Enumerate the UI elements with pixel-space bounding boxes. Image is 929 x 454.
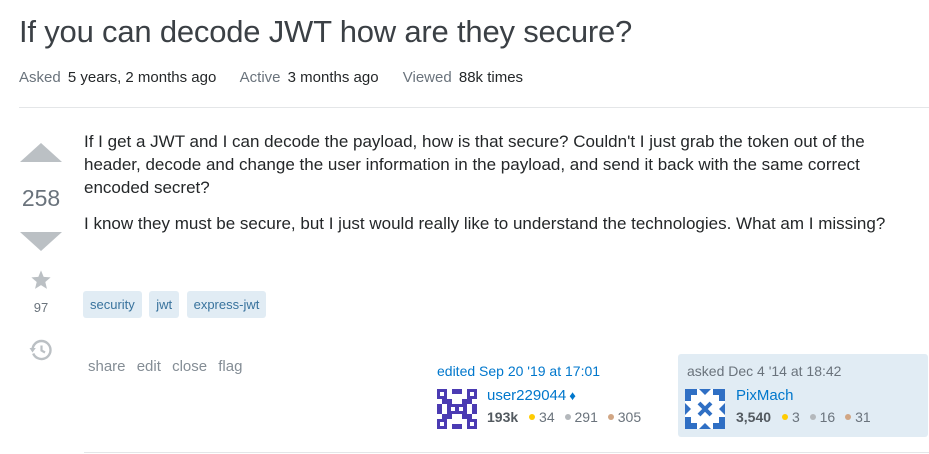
tag-express-jwt[interactable]: express-jwt xyxy=(186,291,267,318)
editor-reputation: 193k 34 291 305 xyxy=(487,409,647,425)
owner-reputation: 3,540 3 16 31 xyxy=(736,409,877,425)
asked-value: 5 years, 2 months ago xyxy=(67,69,217,86)
share-link[interactable]: share xyxy=(88,358,126,375)
comments-divider xyxy=(84,452,929,453)
bronze-badge-icon xyxy=(607,414,614,421)
tag-list: security jwt express-jwt xyxy=(83,291,269,318)
edit-link[interactable]: edit xyxy=(137,358,161,375)
favorite-count: 97 xyxy=(33,300,49,315)
question-meta: Asked 5 years, 2 months ago Active 3 mon… xyxy=(19,69,543,86)
gold-badges: 3 xyxy=(781,409,800,425)
active-label: Active xyxy=(239,69,281,86)
vote-count: 258 xyxy=(21,185,61,211)
silver-badge-icon xyxy=(564,414,571,421)
body-paragraph: If I get a JWT and I can decode the payl… xyxy=(84,132,865,197)
gold-badge-icon xyxy=(529,414,536,421)
bronze-badges: 305 xyxy=(607,409,641,425)
post-menu: share edit close flag xyxy=(88,358,249,375)
silver-badge-icon xyxy=(809,414,816,421)
flag-link[interactable]: flag xyxy=(218,358,242,375)
header-divider xyxy=(19,107,929,108)
tag-jwt[interactable]: jwt xyxy=(149,291,180,318)
close-link[interactable]: close xyxy=(172,358,207,375)
reputation-score: 193k xyxy=(487,409,519,425)
arrow-down-icon[interactable] xyxy=(20,232,62,251)
moderator-diamond-icon: ♦ xyxy=(569,388,576,403)
owner-name[interactable]: PixMach xyxy=(736,387,794,404)
asked-label: Asked xyxy=(19,69,61,86)
tag-security[interactable]: security xyxy=(83,291,142,318)
viewed-label: Viewed xyxy=(402,69,452,86)
owner-signature: asked Dec 4 '14 at 18:42 PixMach 3,540 3… xyxy=(678,354,928,437)
body-paragraph: I know they must be secure, but I just w… xyxy=(84,214,886,233)
reputation-score: 3,540 xyxy=(736,409,772,425)
star-icon[interactable] xyxy=(30,269,52,291)
gold-badge-icon xyxy=(781,414,788,421)
silver-badges: 16 xyxy=(809,409,835,425)
history-icon[interactable] xyxy=(29,338,53,362)
bronze-badges: 31 xyxy=(845,409,871,425)
editor-name[interactable]: user229044 ♦ xyxy=(487,387,576,404)
editor-avatar[interactable] xyxy=(437,389,477,429)
active-value[interactable]: 3 months ago xyxy=(288,69,379,86)
asked-timestamp[interactable]: asked Dec 4 '14 at 18:42 xyxy=(687,363,841,379)
arrow-up-icon[interactable] xyxy=(20,143,62,162)
bronze-badge-icon xyxy=(845,414,852,421)
owner-avatar[interactable] xyxy=(685,389,725,429)
question-body: If I get a JWT and I can decode the payl… xyxy=(84,130,919,248)
viewed-value: 88k times xyxy=(458,69,524,86)
question-title[interactable]: If you can decode JWT how are they secur… xyxy=(19,14,632,50)
edited-timestamp[interactable]: edited Sep 20 '19 at 17:01 xyxy=(437,363,600,379)
silver-badges: 291 xyxy=(564,409,598,425)
gold-badges: 34 xyxy=(529,409,555,425)
